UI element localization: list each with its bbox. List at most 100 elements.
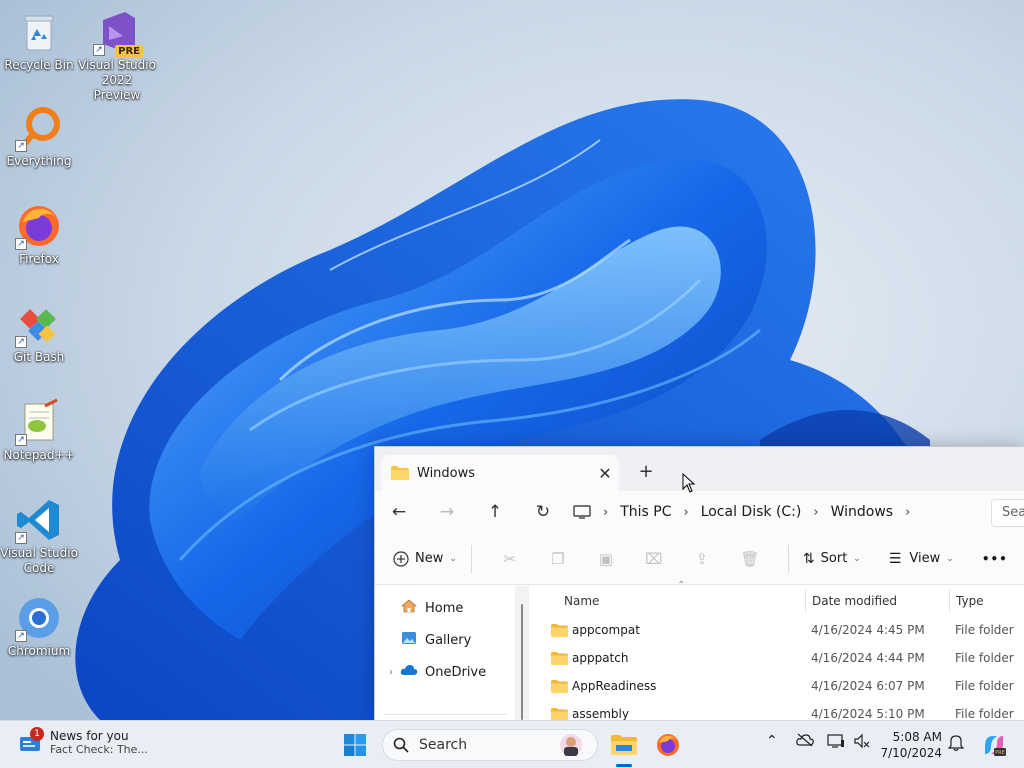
file-name: assembly (572, 707, 629, 720)
desktop-icon-visual-studio-preview[interactable]: PRE ↗ Visual Studio 2022 Preview (78, 8, 156, 103)
desktop-icon-recycle-bin[interactable]: Recycle Bin (0, 8, 78, 73)
rename-icon[interactable]: ⌧ (630, 550, 678, 568)
shortcut-arrow-icon: ↗ (15, 140, 27, 152)
chevron-right-icon: › (905, 504, 911, 520)
plus-circle-icon (393, 550, 409, 567)
desktop-icon-label: Git Bash (13, 350, 65, 364)
table-row[interactable]: apppatch 4/16/2024 4:44 PM File folder (529, 644, 1024, 672)
column-divider[interactable] (805, 590, 806, 612)
refresh-icon[interactable]: ↻ (519, 502, 567, 522)
taskbar-firefox[interactable] (650, 727, 686, 763)
delete-icon[interactable]: 🗑 (726, 550, 774, 568)
file-explorer-window[interactable]: Windows ✕ + ← → ↑ ↻ › This PC › Local Di… (374, 446, 1024, 720)
search-icon (393, 737, 409, 753)
back-arrow-icon[interactable]: ← (375, 502, 423, 522)
breadcrumb[interactable]: › This PC › Local Disk (C:) › Windows › (573, 504, 922, 520)
volume-muted-icon[interactable] (853, 733, 871, 753)
active-app-indicator (616, 764, 632, 767)
search-input[interactable]: Sea (991, 499, 1024, 527)
tab-windows[interactable]: Windows ✕ (381, 455, 619, 491)
desktop-icon-vscode[interactable]: ↗ Visual Studio Code (0, 496, 78, 576)
close-tab-icon[interactable]: ✕ (591, 464, 619, 483)
taskbar-search-input[interactable]: Search (382, 729, 598, 761)
system-clock[interactable]: 5:08 AM 7/10/2024 (880, 729, 942, 761)
copilot-icon: PRE (985, 736, 1006, 756)
breadcrumb-windows[interactable]: Windows (831, 504, 894, 520)
file-explorer-icon (611, 735, 637, 755)
file-date: 4/16/2024 5:10 PM (811, 707, 925, 720)
sort-icon: ⇅ (802, 550, 815, 567)
nav-item-onedrive[interactable]: › OneDrive (375, 656, 515, 688)
notification-bell-icon[interactable] (947, 734, 965, 756)
search-placeholder: Search (419, 737, 468, 753)
forward-arrow-icon[interactable]: → (423, 502, 471, 522)
file-name: AppReadiness (572, 679, 657, 693)
news-title: News for you (50, 729, 129, 743)
desktop-icon-notepad-plus-plus[interactable]: ↗ Notepad++ (0, 398, 78, 463)
nav-scrollbar[interactable] (521, 604, 523, 720)
recycle-bin-icon (24, 15, 54, 51)
desktop-icon-git-bash[interactable]: ↗ Git Bash (0, 300, 78, 365)
show-hidden-icons-chevron-up-icon[interactable]: ⌃ (766, 733, 778, 749)
pane-splitter[interactable] (515, 586, 529, 720)
paste-icon[interactable]: ▣ (582, 550, 630, 568)
view-list-icon: ☰ (888, 550, 902, 567)
desktop-icon-firefox[interactable]: ↗ Firefox (0, 202, 78, 267)
desktop-icon-label: Firefox (19, 252, 59, 266)
file-date: 4/16/2024 4:45 PM (811, 623, 925, 637)
share-icon[interactable]: ⇪ (678, 550, 726, 568)
search-highlight-icon (560, 734, 582, 756)
shortcut-arrow-icon: ↗ (15, 532, 27, 544)
column-header-date[interactable]: Date modified (812, 594, 897, 608)
nav-separator (383, 714, 507, 715)
folder-icon (551, 707, 568, 720)
chevron-right-icon[interactable]: › (383, 667, 399, 678)
clock-date: 7/10/2024 (880, 746, 942, 760)
column-header-type[interactable]: Type (956, 594, 984, 608)
onedrive-offline-icon[interactable] (796, 733, 814, 751)
view-button[interactable]: ☰ View ⌄ (889, 551, 954, 567)
start-button[interactable] (337, 727, 373, 763)
desktop-icon-label: Notepad++ (3, 448, 75, 462)
clock-time: 5:08 AM (892, 730, 942, 744)
desktop-icon-everything[interactable]: ↗ Everything (0, 104, 78, 169)
up-arrow-icon[interactable]: ↑ (471, 502, 519, 522)
navigation-pane[interactable]: Home Gallery › OneDrive (375, 586, 515, 720)
mouse-cursor-icon (682, 473, 696, 493)
desktop-icon-label: Visual Studio 2022 Preview (78, 58, 156, 102)
breadcrumb-this-pc[interactable]: This PC (620, 504, 671, 520)
column-divider[interactable] (949, 590, 950, 612)
new-tab-button[interactable]: + (633, 459, 659, 485)
nav-item-home[interactable]: Home (375, 592, 515, 624)
sort-button[interactable]: ⇅ Sort ⌄ (803, 551, 861, 567)
explorer-body: Home Gallery › OneDrive ⌃ Name Date modi… (375, 580, 1024, 720)
taskbar-file-explorer[interactable] (606, 727, 642, 767)
table-row[interactable]: appcompat 4/16/2024 4:45 PM File folder (529, 616, 1024, 644)
copy-icon[interactable]: ❐ (534, 550, 582, 568)
file-list[interactable]: ⌃ Name Date modified Type appcompat 4/16… (529, 580, 1024, 720)
more-options-button[interactable]: ••• (982, 552, 1008, 566)
home-icon (399, 599, 419, 617)
network-display-icon[interactable] (827, 733, 845, 753)
news-widget[interactable]: 1 News for you Fact Check: The... (18, 727, 148, 756)
more-options-icon: ••• (981, 551, 1008, 566)
desktop-icon-label: Everything (6, 154, 72, 168)
shortcut-arrow-icon: ↗ (15, 630, 27, 642)
notification-badge: 1 (30, 727, 44, 741)
breadcrumb-local-disk[interactable]: Local Disk (C:) (701, 504, 802, 520)
table-row[interactable]: AppReadiness 4/16/2024 6:07 PM File fold… (529, 672, 1024, 700)
address-bar-row: ← → ↑ ↻ › This PC › Local Disk (C:) › Wi… (375, 491, 1024, 533)
column-header-name[interactable]: Name (564, 594, 599, 608)
file-name: appcompat (572, 623, 640, 637)
folder-icon (551, 651, 568, 665)
nav-item-gallery[interactable]: Gallery (375, 624, 515, 656)
desktop-icon-chromium[interactable]: ↗ Chromium (0, 594, 78, 659)
shortcut-arrow-icon: ↗ (93, 44, 105, 56)
taskbar: 1 News for you Fact Check: The... Search (0, 720, 1024, 768)
chevron-down-icon: ⌄ (853, 553, 861, 564)
table-row[interactable]: assembly 4/16/2024 5:10 PM File folder (529, 700, 1024, 720)
file-type: File folder (955, 707, 1014, 720)
copilot-button[interactable]: PRE (976, 727, 1012, 763)
new-button[interactable]: New ⌄ (393, 550, 457, 567)
cut-icon[interactable]: ✂ (486, 550, 534, 568)
